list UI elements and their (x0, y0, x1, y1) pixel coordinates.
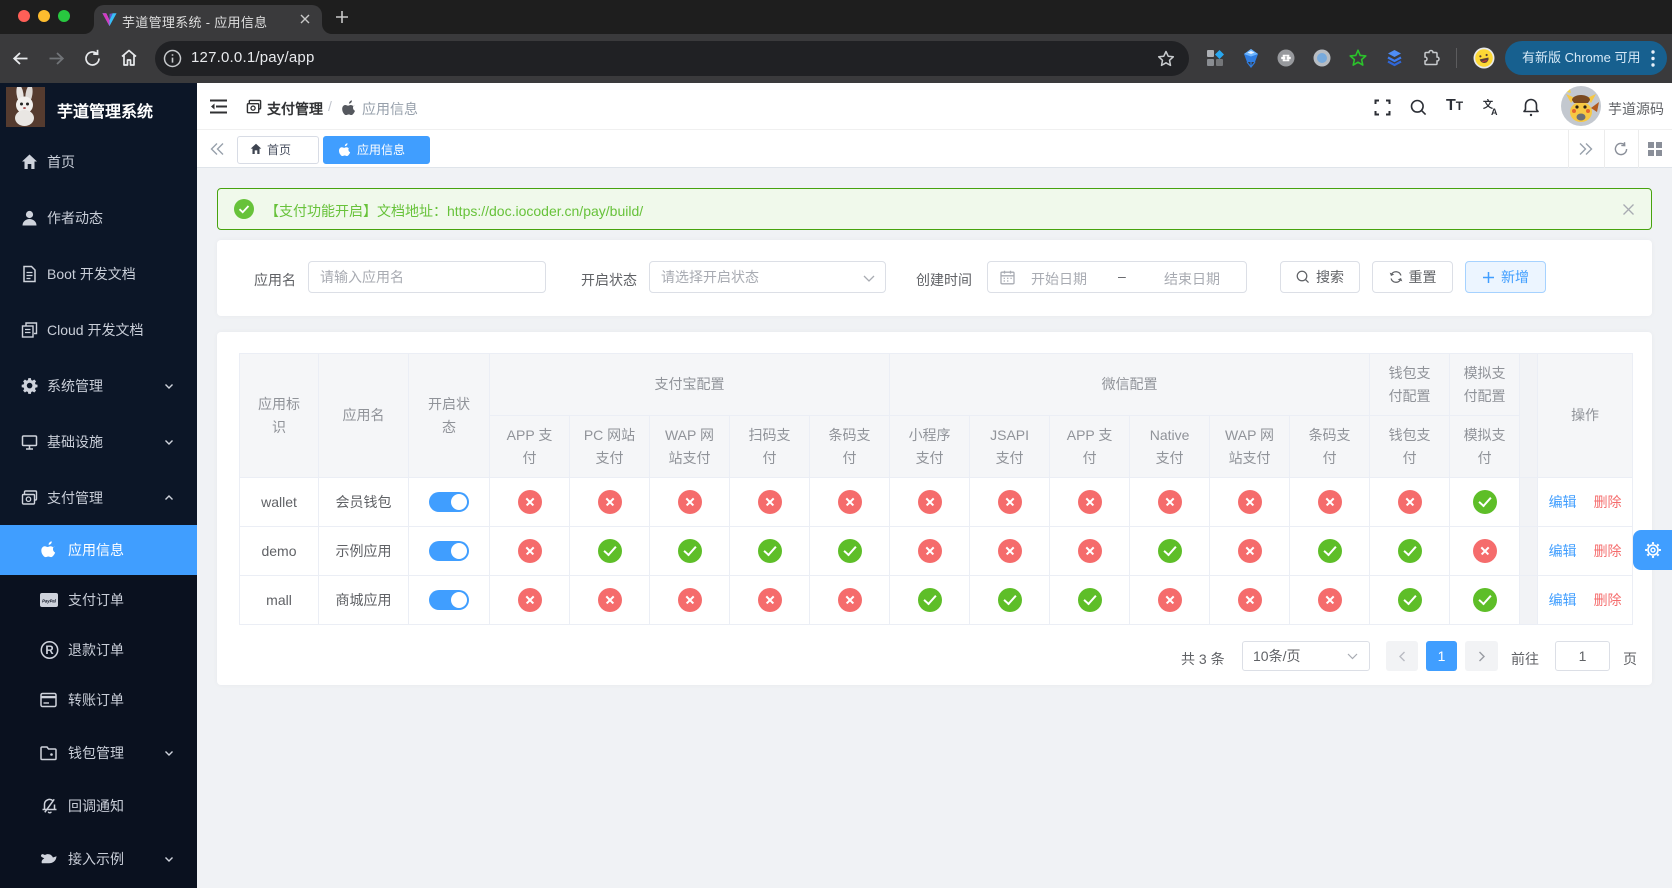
svg-text:A: A (1491, 107, 1498, 116)
svg-text:PayPal: PayPal (42, 599, 57, 604)
svg-text:R: R (45, 645, 54, 657)
